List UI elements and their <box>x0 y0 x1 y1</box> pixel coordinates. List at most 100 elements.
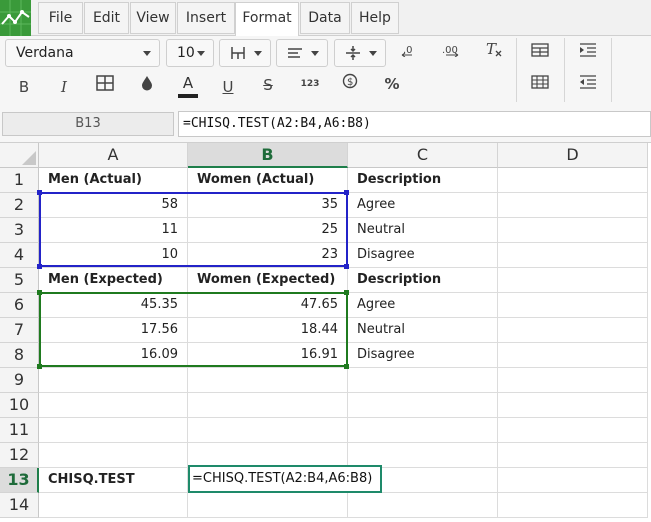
range-handle[interactable] <box>344 264 349 269</box>
row-header-3[interactable]: 3 <box>0 218 39 243</box>
row-header-14[interactable]: 14 <box>0 493 39 518</box>
table-format-icon[interactable] <box>525 39 555 65</box>
cell-c10[interactable] <box>348 393 498 418</box>
decrease-decimal-icon[interactable]: .0 <box>395 39 425 65</box>
row-header-2[interactable]: 2 <box>0 193 39 218</box>
cell-c1[interactable]: Description <box>348 168 498 193</box>
cell-b4[interactable]: 23 <box>188 243 348 268</box>
cell-b3[interactable]: 25 <box>188 218 348 243</box>
cell-a10[interactable] <box>39 393 188 418</box>
column-header-d[interactable]: D <box>498 143 648 168</box>
cell-c8[interactable]: Disagree <box>348 343 498 368</box>
cell-a1[interactable]: Men (Actual) <box>39 168 188 193</box>
range-handle[interactable] <box>37 290 42 295</box>
row-header-12[interactable]: 12 <box>0 443 39 468</box>
row-header-10[interactable]: 10 <box>0 393 39 418</box>
indent-increase-icon[interactable] <box>573 39 603 65</box>
font-family-select[interactable]: Verdana <box>5 39 160 67</box>
cell-borders-icon[interactable] <box>90 73 120 99</box>
range-handle[interactable] <box>37 190 42 195</box>
range-handle[interactable] <box>344 364 349 369</box>
cell-a8[interactable]: 16.09 <box>39 343 188 368</box>
menu-file[interactable]: File <box>38 2 83 34</box>
cell-b9[interactable] <box>188 368 348 393</box>
row-header-1[interactable]: 1 <box>0 168 39 193</box>
row-header-11[interactable]: 11 <box>0 418 39 443</box>
cell-a7[interactable]: 17.56 <box>39 318 188 343</box>
cell-c7[interactable]: Neutral <box>348 318 498 343</box>
cell-c11[interactable] <box>348 418 498 443</box>
row-header-7[interactable]: 7 <box>0 318 39 343</box>
menu-help[interactable]: Help <box>351 2 399 34</box>
cell-d7[interactable] <box>498 318 648 343</box>
cell-d2[interactable] <box>498 193 648 218</box>
name-box[interactable]: B13 <box>2 112 174 136</box>
column-header-a[interactable]: A <box>39 143 188 168</box>
row-header-6[interactable]: 6 <box>0 293 39 318</box>
row-header-13[interactable]: 13 <box>0 468 39 493</box>
cell-a5[interactable]: Men (Expected) <box>39 268 188 293</box>
cell-d4[interactable] <box>498 243 648 268</box>
bold-icon[interactable]: B <box>9 74 39 100</box>
cell-b7[interactable]: 18.44 <box>188 318 348 343</box>
menu-format[interactable]: Format <box>235 2 299 37</box>
row-header-8[interactable]: 8 <box>0 343 39 368</box>
cell-b8[interactable]: 16.91 <box>188 343 348 368</box>
cell-b10[interactable] <box>188 393 348 418</box>
cell-b2[interactable]: 35 <box>188 193 348 218</box>
cell-a6[interactable]: 45.35 <box>39 293 188 318</box>
range-handle[interactable] <box>37 264 42 269</box>
cell-d13[interactable] <box>498 468 648 493</box>
cell-c6[interactable]: Agree <box>348 293 498 318</box>
percent-icon[interactable]: % <box>377 71 407 97</box>
cell-c4[interactable]: Disagree <box>348 243 498 268</box>
range-handle[interactable] <box>344 290 349 295</box>
range-handle[interactable] <box>344 190 349 195</box>
cell-d14[interactable] <box>498 493 648 518</box>
cell-c9[interactable] <box>348 368 498 393</box>
borders-select[interactable] <box>219 39 271 67</box>
cell-d6[interactable] <box>498 293 648 318</box>
cell-b14[interactable] <box>188 493 348 518</box>
cell-d11[interactable] <box>498 418 648 443</box>
menu-insert[interactable]: Insert <box>177 2 235 34</box>
cell-d1[interactable] <box>498 168 648 193</box>
menu-view[interactable]: View <box>130 2 176 34</box>
cell-a14[interactable] <box>39 493 188 518</box>
cell-b6[interactable]: 47.65 <box>188 293 348 318</box>
cell-b1[interactable]: Women (Actual) <box>188 168 348 193</box>
text-color-button[interactable]: A <box>173 72 203 100</box>
row-header-5[interactable]: 5 <box>0 268 39 293</box>
column-header-c[interactable]: C <box>348 143 498 168</box>
fill-color-icon[interactable] <box>132 73 162 99</box>
row-header-9[interactable]: 9 <box>0 368 39 393</box>
cell-a4[interactable]: 10 <box>39 243 188 268</box>
cell-c5[interactable]: Description <box>348 268 498 293</box>
formula-input[interactable]: =CHISQ.TEST(A2:B4,A6:B8) <box>178 111 651 137</box>
row-header-4[interactable]: 4 <box>0 243 39 268</box>
increase-decimal-icon[interactable]: .00 <box>437 39 467 65</box>
menu-edit[interactable]: Edit <box>84 2 129 34</box>
cell-c2[interactable]: Agree <box>348 193 498 218</box>
cell-a2[interactable]: 58 <box>39 193 188 218</box>
italic-icon[interactable]: I <box>49 74 79 100</box>
cell-d12[interactable] <box>498 443 648 468</box>
cell-b5[interactable]: Women (Expected) <box>188 268 348 293</box>
cell-a13[interactable]: CHISQ.TEST <box>39 468 188 493</box>
cell-d5[interactable] <box>498 268 648 293</box>
cell-a12[interactable] <box>39 443 188 468</box>
align-select[interactable] <box>276 39 328 67</box>
number-format-icon[interactable]: 123 <box>295 71 325 97</box>
cell-a11[interactable] <box>39 418 188 443</box>
cell-d8[interactable] <box>498 343 648 368</box>
underline-icon[interactable]: U <box>213 74 243 100</box>
select-all-corner[interactable] <box>0 143 39 168</box>
indent-decrease-icon[interactable] <box>573 71 603 97</box>
valign-select[interactable] <box>334 39 386 67</box>
clear-format-icon[interactable]: T <box>479 39 509 65</box>
cell-d9[interactable] <box>498 368 648 393</box>
column-header-b[interactable]: B <box>188 143 348 168</box>
font-size-select[interactable]: 10 <box>166 39 214 67</box>
cell-a9[interactable] <box>39 368 188 393</box>
range-handle[interactable] <box>37 364 42 369</box>
